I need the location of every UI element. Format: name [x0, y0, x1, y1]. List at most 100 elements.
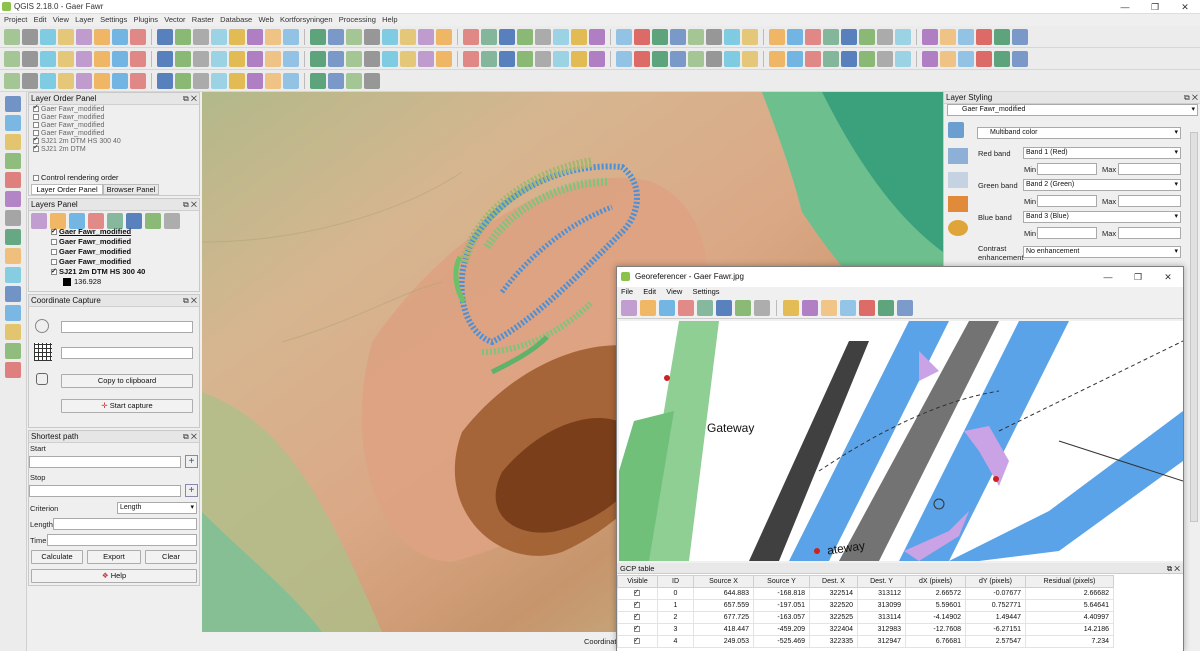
histogram-icon[interactable] — [948, 148, 968, 164]
menu-edit[interactable]: Edit — [643, 287, 656, 296]
copy-icon[interactable] — [364, 50, 380, 67]
ring-icon[interactable] — [328, 72, 344, 89]
control-rendering-order[interactable]: Control rendering order — [33, 173, 119, 182]
split-icon[interactable] — [76, 72, 92, 89]
close-icon[interactable]: ⧉ ✕ — [183, 199, 197, 211]
list-item[interactable]: Gaer Fawr_modified — [29, 130, 199, 138]
python-icon[interactable] — [976, 50, 992, 67]
blue-band-select[interactable]: Band 3 (Blue) — [1023, 211, 1181, 223]
delete-icon[interactable] — [76, 50, 92, 67]
undo-icon[interactable] — [400, 50, 416, 67]
move-icon[interactable] — [571, 50, 587, 67]
list-item[interactable]: SJ21 2m DTM HS 300 40 — [29, 136, 199, 146]
identify-icon[interactable] — [769, 28, 785, 45]
simplify-icon[interactable] — [58, 72, 74, 89]
print-icon[interactable] — [364, 28, 380, 45]
tab-browser[interactable]: Browser Panel — [103, 184, 159, 195]
close-button[interactable]: ✕ — [1153, 270, 1183, 284]
copy-icon[interactable] — [112, 50, 128, 67]
offset-icon[interactable] — [112, 72, 128, 89]
table-row[interactable]: 3418.447-459.209322404312983-12.7608-6.2… — [617, 623, 1114, 636]
delete-icon[interactable] — [841, 50, 857, 67]
add-feature-icon[interactable] — [805, 50, 821, 67]
globe-icon[interactable] — [742, 50, 758, 67]
green-band-select[interactable]: Band 2 (Green) — [1023, 179, 1181, 191]
digitize-icon[interactable] — [283, 50, 299, 67]
pan-icon[interactable] — [958, 28, 974, 45]
rotate-icon[interactable] — [40, 72, 56, 89]
visible-checkbox[interactable] — [633, 588, 640, 597]
minimize-button[interactable]: — — [1093, 270, 1123, 284]
tip-icon[interactable] — [553, 28, 569, 45]
list-item[interactable]: Gaer Fawr_modified — [29, 104, 199, 114]
minimize-button[interactable]: — — [1110, 0, 1140, 14]
close-icon[interactable]: ⧉ ✕ — [1184, 92, 1198, 104]
stop-field[interactable] — [29, 485, 181, 497]
refresh-icon[interactable] — [463, 28, 479, 45]
add-postgis-icon[interactable] — [5, 229, 21, 245]
blue-min-field[interactable] — [1037, 227, 1097, 239]
list-item[interactable]: Gaer Fawr_modified — [29, 122, 199, 130]
table-cell[interactable] — [617, 587, 658, 600]
green-max-field[interactable] — [1118, 195, 1181, 207]
checkbox[interactable] — [33, 114, 39, 121]
zoom-in-icon[interactable] — [400, 28, 416, 45]
plugin-icon[interactable] — [193, 50, 209, 67]
route-icon[interactable] — [5, 305, 21, 321]
table-row[interactable]: 4249.053-525.4693223353129476.766812.575… — [617, 635, 1114, 648]
node-icon[interactable] — [364, 72, 380, 89]
zoom-layer-icon[interactable] — [157, 28, 173, 45]
copy-to-clipboard-button[interactable]: Copy to clipboard — [61, 374, 193, 388]
column-header[interactable]: Visible — [617, 575, 658, 588]
tip-icon[interactable] — [265, 28, 281, 45]
grid-icon[interactable] — [1012, 50, 1028, 67]
plugin-icon[interactable] — [958, 50, 974, 67]
close-icon[interactable]: ⧉ ✕ — [183, 431, 197, 443]
scrollbar[interactable] — [1190, 132, 1198, 522]
help-icon[interactable] — [571, 28, 587, 45]
save-icon[interactable] — [616, 28, 632, 45]
save-as-icon[interactable] — [346, 28, 362, 45]
zoom-layer-icon[interactable] — [821, 299, 837, 316]
virtual-icon[interactable] — [5, 343, 21, 359]
grid-icon[interactable] — [34, 343, 52, 361]
snap-icon[interactable] — [175, 72, 191, 89]
grid-icon[interactable] — [499, 50, 515, 67]
layer-row[interactable]: Gaer Fawr_modified — [51, 237, 199, 247]
measure-icon[interactable] — [229, 28, 245, 45]
add-vector-icon[interactable] — [5, 96, 21, 112]
start-georef-icon[interactable] — [640, 299, 656, 316]
copy-icon[interactable] — [36, 373, 48, 385]
select-icon[interactable] — [499, 28, 515, 45]
crs-icon[interactable] — [35, 319, 49, 333]
zoom-out-icon[interactable] — [130, 28, 146, 45]
table-cell[interactable] — [617, 611, 658, 624]
stats-icon[interactable] — [247, 28, 263, 45]
globe-icon[interactable] — [481, 50, 497, 67]
table-cell[interactable] — [617, 599, 658, 612]
label-icon[interactable] — [175, 50, 191, 67]
open-icon[interactable] — [22, 28, 38, 45]
menu-settings[interactable]: Settings — [692, 287, 719, 296]
new-project-icon[interactable] — [589, 28, 605, 45]
layer-row[interactable]: Gaer Fawr_modified — [51, 257, 199, 267]
refresh-icon[interactable] — [175, 28, 191, 45]
column-header[interactable]: Dest. X — [809, 575, 858, 588]
merge-icon[interactable] — [94, 72, 110, 89]
tip-icon[interactable] — [841, 28, 857, 45]
reshape-icon[interactable] — [130, 72, 146, 89]
contrast-select[interactable]: No enhancement — [1023, 246, 1181, 258]
capture-icon[interactable] — [5, 286, 21, 302]
edit-icon[interactable] — [517, 50, 533, 67]
redo-icon[interactable] — [418, 50, 434, 67]
node-icon[interactable] — [193, 72, 209, 89]
transparency-icon[interactable] — [948, 172, 968, 188]
zoom-last-icon[interactable] — [840, 299, 856, 316]
delete-icon[interactable] — [328, 50, 344, 67]
menu-kortforsyningen[interactable]: Kortforsyningen — [280, 15, 333, 24]
paste-icon[interactable] — [382, 50, 398, 67]
pan-icon[interactable] — [94, 28, 110, 45]
pyramids-icon[interactable] — [948, 196, 968, 212]
move-icon[interactable] — [823, 50, 839, 67]
redo-icon[interactable] — [670, 50, 686, 67]
